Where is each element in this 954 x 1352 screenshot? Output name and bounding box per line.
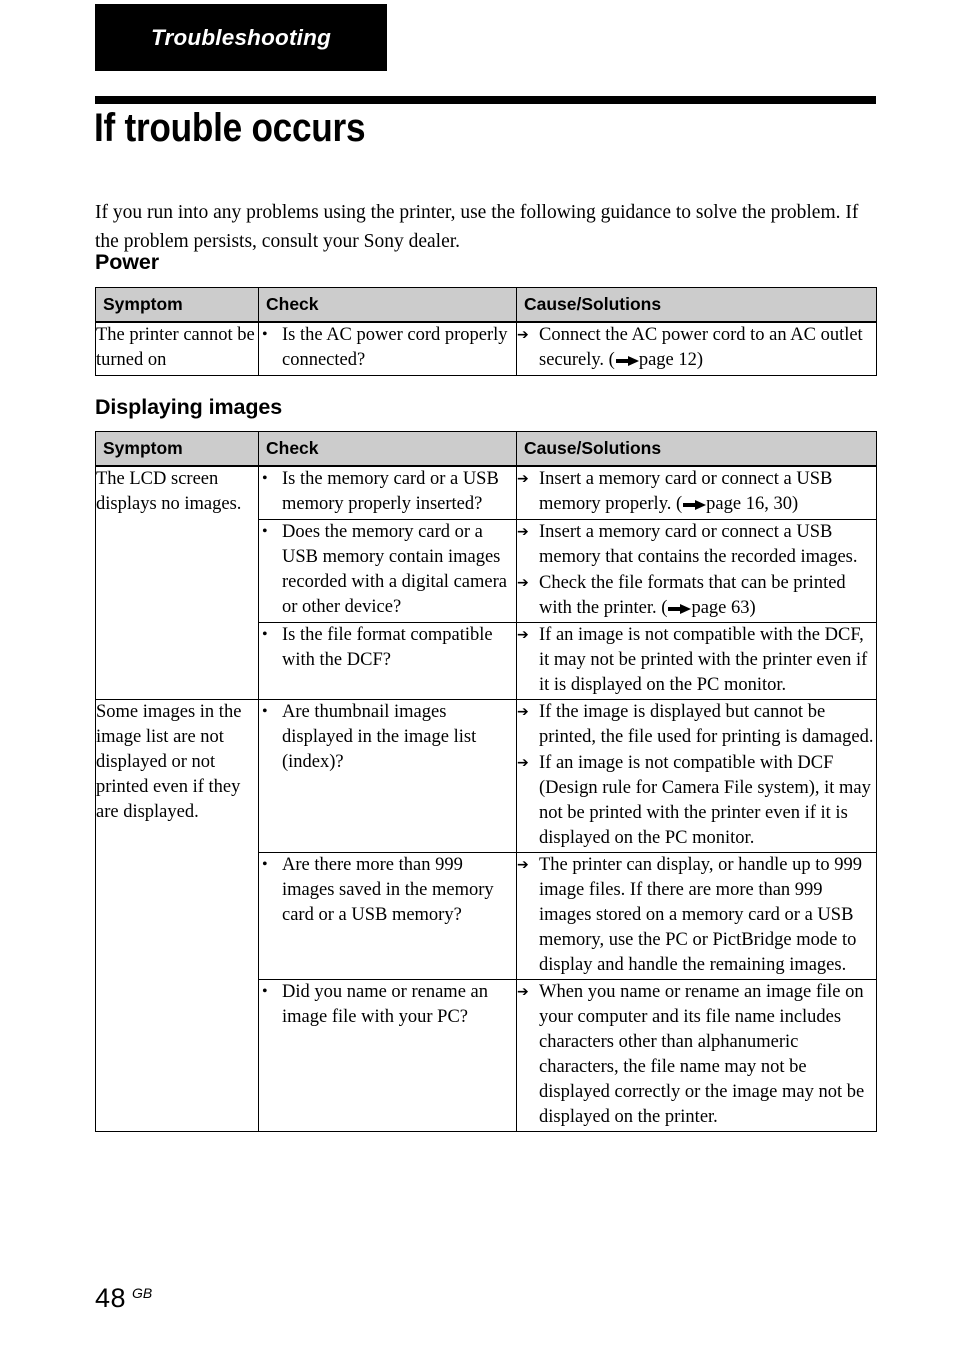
check-item: Are thumbnail images displayed in the im… bbox=[259, 699, 516, 775]
table-body: The LCD screen displays no images.Is the… bbox=[95, 465, 877, 1132]
troubleshooting-table-displaying-images: Symptom Check Cause/Solutions The LCD sc… bbox=[95, 431, 877, 1132]
check-cell: Are thumbnail images displayed in the im… bbox=[258, 699, 517, 853]
footer-region-code: GB bbox=[132, 1285, 153, 1301]
cause-cell: Insert a memory card or connect a USB me… bbox=[516, 519, 877, 623]
page-reference: page 63 bbox=[691, 598, 750, 618]
see-page-arrow-icon bbox=[668, 603, 692, 614]
cause-list: Insert a memory card or connect a USB me… bbox=[517, 520, 876, 621]
page-reference: page 16, 30 bbox=[706, 494, 792, 514]
intro-paragraph: If you run into any problems using the p… bbox=[95, 201, 859, 252]
cause-item: If an image is not compatible with the D… bbox=[517, 623, 876, 698]
check-cell: Is the memory card or a USB memory prope… bbox=[258, 465, 517, 520]
symptom-cell: Some images in the image list are not di… bbox=[95, 699, 259, 1132]
cause-item: The printer can display, or handle up to… bbox=[517, 853, 876, 978]
check-list: Are thumbnail images displayed in the im… bbox=[259, 699, 516, 775]
cause-list: When you name or rename an image file on… bbox=[517, 980, 876, 1130]
table-row: The LCD screen displays no images.Is the… bbox=[95, 465, 877, 700]
cause-list: Insert a memory card or connect a USB me… bbox=[517, 467, 876, 517]
page-footer: 48 GB bbox=[95, 1283, 152, 1313]
cause-cell: If the image is displayed but cannot be … bbox=[516, 699, 877, 853]
column-header-check: Check bbox=[258, 287, 517, 323]
check-list: Are there more than 999 images saved in … bbox=[259, 852, 516, 928]
check-list: Is the AC power cord properly connected? bbox=[259, 322, 516, 373]
cause-cell: If an image is not compatible with the D… bbox=[516, 622, 877, 700]
cause-list: If the image is displayed but cannot be … bbox=[517, 700, 876, 851]
column-header-cause: Cause/Solutions bbox=[516, 287, 877, 323]
check-cell: Are there more than 999 images saved in … bbox=[258, 852, 517, 980]
see-page-arrow-icon bbox=[683, 499, 707, 510]
cause-item: Insert a memory card or connect a USB me… bbox=[517, 520, 876, 570]
check-list: Is the memory card or a USB memory prope… bbox=[259, 466, 516, 517]
check-item: Does the memory card or a USB memory con… bbox=[259, 519, 516, 620]
cause-item: If the image is displayed but cannot be … bbox=[517, 700, 876, 750]
see-page-arrow-icon bbox=[615, 355, 639, 366]
running-head-label: Troubleshooting bbox=[150, 24, 332, 50]
cause-item: If an image is not compatible with DCF (… bbox=[517, 751, 876, 851]
check-cell: Did you name or rename an image file wit… bbox=[258, 979, 517, 1132]
cause-cell: Connect the AC power cord to an AC outle… bbox=[516, 321, 877, 376]
column-header-symptom: Symptom bbox=[95, 287, 259, 323]
cause-list: The printer can display, or handle up to… bbox=[517, 853, 876, 978]
check-item: Is the AC power cord properly connected? bbox=[259, 322, 516, 373]
symptom-cell: The printer cannot be turned on bbox=[95, 321, 259, 376]
cause-item: When you name or rename an image file on… bbox=[517, 980, 876, 1130]
table-header-row: Symptom Check Cause/Solutions bbox=[95, 287, 877, 323]
column-header-cause: Cause/Solutions bbox=[516, 431, 877, 467]
page-reference: page 12 bbox=[638, 350, 697, 370]
cause-cell: Insert a memory card or connect a USB me… bbox=[516, 465, 877, 520]
section-heading-power: Power bbox=[95, 250, 160, 274]
cause-list: If an image is not compatible with the D… bbox=[517, 623, 876, 698]
title-rule bbox=[95, 96, 876, 104]
table-body: The printer cannot be turned onIs the AC… bbox=[95, 321, 877, 376]
cause-list: Connect the AC power cord to an AC outle… bbox=[517, 323, 876, 373]
check-cell: Does the memory card or a USB memory con… bbox=[258, 519, 517, 623]
troubleshooting-table-power: Symptom Check Cause/Solutions The printe… bbox=[95, 287, 877, 376]
table-row: The printer cannot be turned onIs the AC… bbox=[95, 321, 877, 376]
check-item: Is the memory card or a USB memory prope… bbox=[259, 466, 516, 517]
table-header-row: Symptom Check Cause/Solutions bbox=[95, 431, 877, 467]
table-row: Some images in the image list are not di… bbox=[95, 699, 877, 1132]
check-list: Is the file format compatible with the D… bbox=[259, 622, 516, 673]
check-cell: Is the file format compatible with the D… bbox=[258, 622, 517, 700]
column-header-check: Check bbox=[258, 431, 517, 467]
document-page: Troubleshooting If trouble occurs If you… bbox=[0, 0, 954, 1352]
cause-item: Insert a memory card or connect a USB me… bbox=[517, 467, 876, 517]
section-heading-displaying-images: Displaying images bbox=[95, 395, 283, 419]
check-cell: Is the AC power cord properly connected? bbox=[258, 321, 517, 376]
page-title: If trouble occurs bbox=[94, 106, 366, 150]
footer-page-number: 48 bbox=[95, 1283, 127, 1313]
check-list: Did you name or rename an image file wit… bbox=[259, 979, 516, 1030]
cause-item: Check the file formats that can be print… bbox=[517, 571, 876, 621]
check-item: Is the file format compatible with the D… bbox=[259, 622, 516, 673]
check-item: Are there more than 999 images saved in … bbox=[259, 852, 516, 928]
cause-cell: The printer can display, or handle up to… bbox=[516, 852, 877, 980]
cause-item: Connect the AC power cord to an AC outle… bbox=[517, 323, 876, 373]
check-item: Did you name or rename an image file wit… bbox=[259, 979, 516, 1030]
symptom-cell: The LCD screen displays no images. bbox=[95, 465, 259, 700]
check-list: Does the memory card or a USB memory con… bbox=[259, 519, 516, 620]
cause-cell: When you name or rename an image file on… bbox=[516, 979, 877, 1132]
running-head-banner: Troubleshooting bbox=[95, 4, 387, 71]
column-header-symptom: Symptom bbox=[95, 431, 259, 467]
